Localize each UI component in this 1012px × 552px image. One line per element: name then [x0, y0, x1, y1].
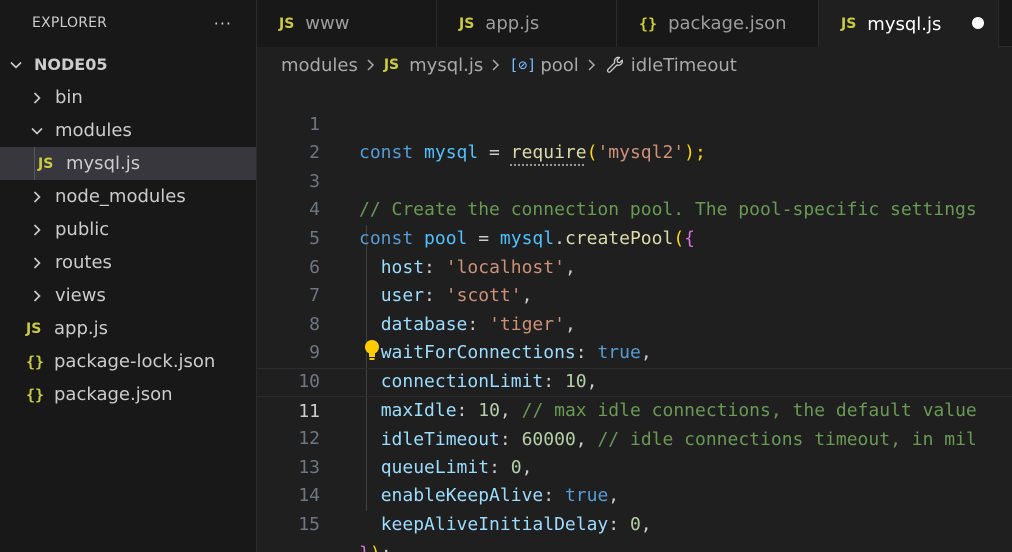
js-file-icon: JS: [841, 16, 857, 32]
indent-guide: [34, 147, 35, 180]
tree-item-label: package-lock.json: [54, 351, 216, 372]
tree-item-label: bin: [55, 87, 83, 108]
chevron-down-icon: [30, 124, 44, 138]
breadcrumb-folder[interactable]: modules: [281, 55, 358, 76]
tree-item-label: node_modules: [55, 186, 186, 207]
tree-item-label: public: [55, 219, 110, 240]
tab-app-js[interactable]: JS app.js: [437, 0, 617, 47]
token: }: [359, 543, 370, 552]
chevron-right-icon: [587, 58, 597, 72]
token: ): [370, 543, 381, 552]
explorer-sidebar: EXPLORER ··· NODE05 bin modules JS mysql…: [0, 0, 257, 552]
tree-item-label: app.js: [54, 318, 108, 339]
json-file-icon: {}: [26, 385, 45, 404]
breadcrumb-file[interactable]: mysql.js: [409, 55, 483, 76]
json-file-icon: {}: [26, 352, 45, 371]
chevron-right-icon: [491, 58, 501, 72]
tree-file-mysql-js[interactable]: JS mysql.js: [0, 147, 256, 180]
explorer-header: EXPLORER ···: [0, 0, 256, 46]
js-file-icon: JS: [459, 15, 475, 32]
chevron-right-icon: [30, 223, 44, 237]
chevron-right-icon: [30, 91, 44, 105]
code-line: 7 database: 'tiger',: [257, 254, 1012, 335]
token: ,: [640, 513, 652, 535]
code-line: 14 keepAliveInitialDelay: 0,: [257, 454, 1012, 535]
code-line: 2: [257, 111, 1012, 163]
chevron-right-icon: [30, 289, 44, 303]
breadcrumb: modules JS mysql.js [⊘] pool idleTimeout: [257, 48, 1012, 82]
tree-folder-routes[interactable]: routes: [0, 246, 256, 279]
tree-folder-modules[interactable]: modules: [0, 114, 256, 147]
tree-file-package-lock-json[interactable]: {} package-lock.json: [0, 345, 256, 378]
chevron-right-icon: [30, 190, 44, 204]
token: ;: [381, 543, 392, 552]
line-number: 15: [298, 513, 320, 535]
js-file-icon: JS: [38, 155, 54, 172]
code-line: 9 connectionLimit: 10,: [257, 311, 1012, 392]
code-line: 13 enableKeepAlive: true,: [257, 425, 1012, 507]
code-line: 3 // Create the connection pool. The poo…: [257, 139, 1012, 221]
tree-root-node05[interactable]: NODE05: [0, 48, 256, 81]
chevron-right-icon: [366, 58, 376, 72]
code-line: 8 waitForConnections: true,: [257, 282, 1012, 364]
chevron-right-icon: [30, 256, 44, 270]
js-file-icon: JS: [279, 15, 295, 32]
tab-www[interactable]: JS www: [257, 0, 437, 47]
token: :: [608, 513, 630, 535]
tab-label: package.json: [668, 13, 787, 34]
tab-label: www: [305, 13, 350, 34]
tab-label: mysql.js: [867, 13, 942, 35]
tree-folder-bin[interactable]: bin: [0, 81, 256, 114]
editor-tab-bar: JS www JS app.js {} package.json JS mysq…: [257, 0, 1012, 48]
tree-folder-public[interactable]: public: [0, 213, 256, 246]
variable-symbol-icon: [⊘]: [509, 56, 537, 74]
code-line: 6 user: 'scott',: [257, 225, 1012, 307]
tree-item-label: views: [55, 285, 106, 306]
tab-label: app.js: [485, 13, 540, 34]
code-editor[interactable]: 1 const mysql = require('mysql2'); 2 3 /…: [257, 82, 1012, 552]
tree-item-label: mysql.js: [66, 153, 141, 174]
code-line: 5 host: 'localhost',: [257, 196, 1012, 278]
code-line-current: 11 idleTimeout: 60000, // idle connectio…: [257, 368, 1012, 450]
json-file-icon: {}: [639, 14, 658, 33]
chevron-down-icon: [9, 58, 23, 72]
tree-item-label: modules: [55, 120, 132, 141]
token: keepAliveInitialDelay: [380, 513, 609, 535]
breadcrumb-symbol[interactable]: pool: [540, 55, 578, 76]
breadcrumb-property[interactable]: idleTimeout: [631, 55, 737, 76]
code-line: 1 const mysql = require('mysql2');: [257, 82, 1012, 164]
more-actions-icon[interactable]: ···: [214, 14, 232, 33]
code-line: 4 const pool = mysql.createPool({: [257, 168, 1012, 249]
tree-folder-views[interactable]: views: [0, 279, 256, 312]
wrench-icon: [605, 55, 625, 75]
unsaved-dot-icon[interactable]: [972, 17, 984, 29]
lightbulb-icon[interactable]: [362, 338, 382, 362]
tree-file-app-js[interactable]: JS app.js: [0, 312, 256, 345]
tree-item-label: package.json: [54, 384, 173, 405]
explorer-title: EXPLORER: [32, 15, 108, 31]
tree-root-label: NODE05: [34, 55, 108, 74]
tree-item-label: routes: [55, 252, 112, 273]
token: 0: [629, 513, 641, 535]
tab-mysql-js[interactable]: JS mysql.js: [819, 0, 999, 48]
tree-folder-node-modules[interactable]: node_modules: [0, 180, 256, 213]
js-file-icon: JS: [383, 57, 400, 73]
code-line: 12 queueLimit: 0,: [257, 397, 1012, 478]
code-line: 15 });: [257, 482, 1012, 552]
tab-package-json[interactable]: {} package.json: [617, 0, 819, 47]
js-file-icon: JS: [26, 320, 42, 337]
tree-file-package-json[interactable]: {} package.json: [0, 378, 256, 411]
